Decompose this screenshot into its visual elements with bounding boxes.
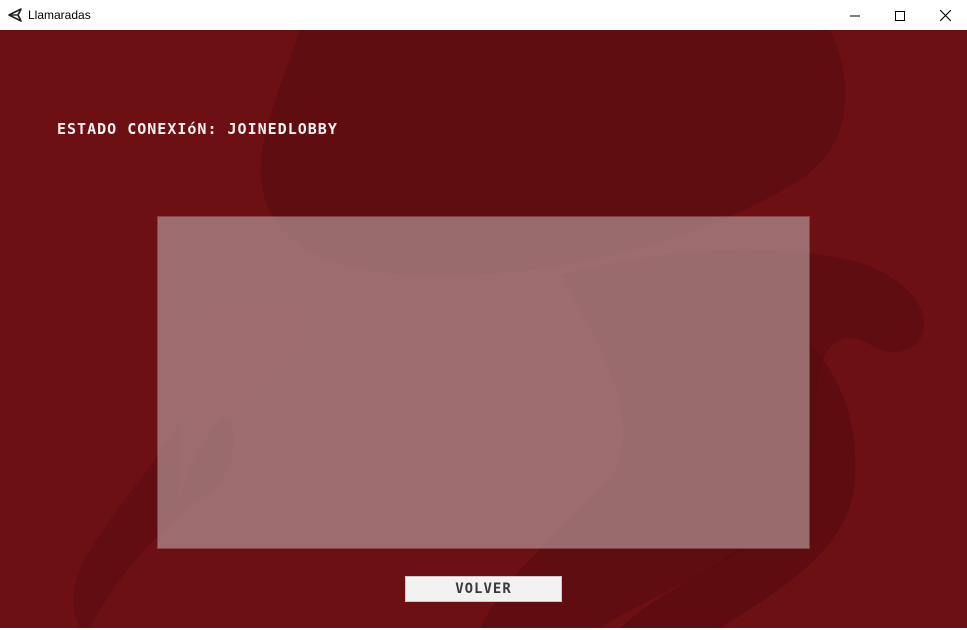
- maximize-button[interactable]: [877, 0, 923, 30]
- back-button[interactable]: VOLVER: [405, 576, 562, 602]
- minimize-button[interactable]: [832, 0, 878, 30]
- window-title: Llamaradas: [28, 8, 91, 22]
- minimize-icon: [850, 6, 860, 25]
- room-list-panel: [158, 217, 809, 548]
- close-button[interactable]: [922, 0, 967, 30]
- app-window: Llamaradas ESTADO CONEXIóN: JOINEDLOBBY …: [0, 0, 967, 630]
- connection-status-value: JOINEDLOBBY: [227, 120, 338, 138]
- game-viewport: ESTADO CONEXIóN: JOINEDLOBBY VOLVER: [0, 30, 967, 628]
- connection-status: ESTADO CONEXIóN: JOINEDLOBBY: [57, 120, 338, 138]
- maximize-icon: [895, 6, 905, 25]
- connection-status-label: ESTADO CONEXIóN:: [57, 120, 218, 138]
- close-icon: [939, 6, 951, 25]
- title-bar[interactable]: Llamaradas: [0, 0, 967, 30]
- unity-icon: [7, 7, 23, 23]
